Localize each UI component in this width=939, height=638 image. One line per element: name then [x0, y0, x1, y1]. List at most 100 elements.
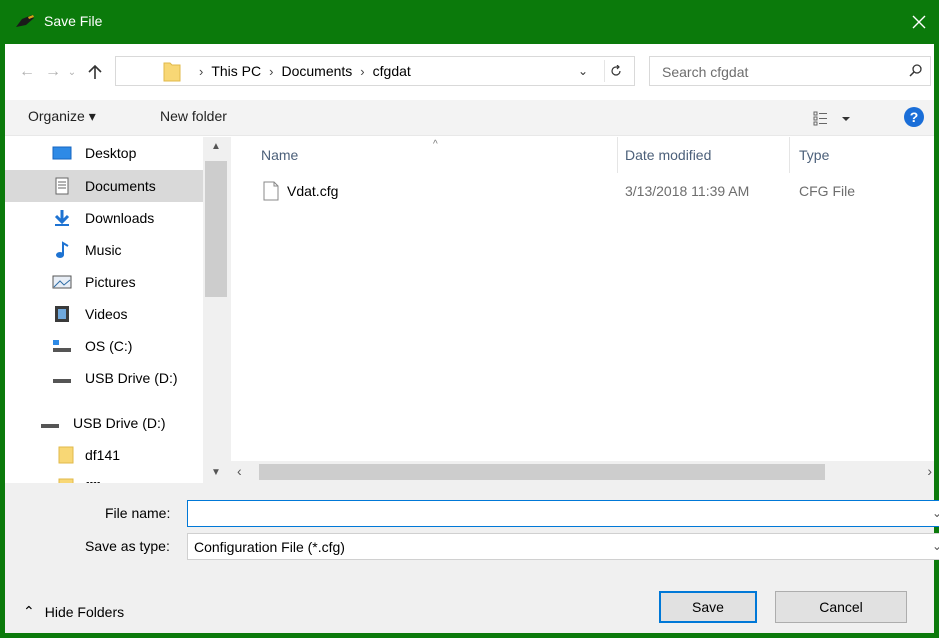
- save-file-dialog: Save File ← → ⌄ › This PC › Documents › …: [0, 0, 939, 638]
- organize-button[interactable]: Organize ▾: [28, 108, 96, 125]
- music-icon: [51, 240, 73, 260]
- back-button[interactable]: ←: [15, 60, 39, 84]
- app-icon: [16, 15, 34, 27]
- scrollbar-thumb[interactable]: [205, 161, 227, 297]
- chevron-down-icon[interactable]: ⌄: [932, 506, 939, 520]
- search-box[interactable]: Search cfgdat: [649, 56, 931, 86]
- folder-icon: [163, 62, 181, 82]
- save-as-type-value: Configuration File (*.cfg): [194, 539, 345, 555]
- chevron-down-icon: ⌄: [67, 66, 77, 78]
- file-date-modified: 3/13/2018 11:39 AM: [625, 183, 750, 199]
- sidebar-item-os-c[interactable]: OS (C:): [5, 330, 205, 362]
- hide-folders-button[interactable]: ⌃ Hide Folders: [23, 603, 124, 620]
- chevron-down-icon: ⌄: [931, 539, 939, 553]
- navigation-pane: Desktop Documents Downloads Music Pictur…: [5, 137, 231, 483]
- pictures-icon: [51, 272, 73, 292]
- sidebar-item-label: Videos: [85, 306, 128, 322]
- scroll-up-arrow-icon[interactable]: ▲: [211, 141, 221, 152]
- file-name-label: File name:: [105, 505, 171, 521]
- window-title: Save File: [44, 13, 103, 29]
- help-icon: ?: [909, 109, 919, 125]
- chevron-up-icon: ⌃: [23, 603, 35, 619]
- column-divider[interactable]: [617, 137, 618, 173]
- desktop-icon: [51, 143, 73, 163]
- sidebar-item-ffff[interactable]: ffff: [5, 471, 205, 483]
- arrow-right-icon: →: [45, 63, 61, 80]
- chevron-right-icon: ›: [269, 63, 274, 79]
- sidebar-item-label: Music: [85, 242, 122, 258]
- sidebar-item-label: Downloads: [85, 210, 155, 226]
- sidebar-item-downloads[interactable]: Downloads: [5, 202, 205, 234]
- address-dropdown-button[interactable]: ⌄: [578, 64, 588, 78]
- nav-pane-scrollbar[interactable]: ▲ ▼: [203, 137, 231, 483]
- scroll-left-arrow-icon[interactable]: ‹: [237, 463, 242, 479]
- sidebar-item-documents[interactable]: Documents: [5, 170, 205, 202]
- usb-drive-icon: [51, 368, 73, 388]
- usb-drive-icon: [39, 413, 61, 433]
- sidebar-item-label: USB Drive (D:): [85, 370, 178, 386]
- sidebar-item-label: Documents: [85, 178, 156, 194]
- column-header-type[interactable]: Type: [799, 137, 829, 173]
- sidebar-item-desktop[interactable]: Desktop: [5, 137, 205, 169]
- new-folder-button[interactable]: New folder: [160, 108, 227, 124]
- title-bar[interactable]: Save File: [0, 0, 939, 44]
- refresh-button[interactable]: [604, 60, 626, 82]
- sort-ascending-icon: ^: [433, 139, 438, 150]
- recent-locations-button[interactable]: ⌄: [63, 60, 81, 84]
- save-as-type-label: Save as type:: [85, 538, 170, 554]
- sidebar-item-usb-drive-d-root[interactable]: USB Drive (D:): [5, 407, 205, 439]
- arrow-left-icon: ←: [19, 63, 35, 80]
- downloads-icon: [51, 208, 73, 228]
- file-name-field[interactable]: ⌄: [187, 500, 939, 527]
- sidebar-item-usb-drive-d[interactable]: USB Drive (D:): [5, 362, 205, 394]
- chevron-right-icon: ›: [360, 63, 365, 79]
- column-header-date-modified[interactable]: Date modified: [625, 137, 711, 173]
- sidebar-item-pictures[interactable]: Pictures: [5, 266, 205, 298]
- videos-icon: [51, 304, 73, 324]
- scroll-down-arrow-icon[interactable]: ▼: [211, 467, 221, 478]
- folder-icon: [55, 445, 77, 465]
- chevron-right-icon: ›: [199, 63, 204, 79]
- sidebar-item-label: Pictures: [85, 274, 136, 290]
- scrollbar-thumb[interactable]: [259, 464, 825, 480]
- sidebar-item-music[interactable]: Music: [5, 234, 205, 266]
- up-button[interactable]: [83, 60, 107, 84]
- breadcrumb-cfgdat[interactable]: cfgdat: [373, 63, 411, 79]
- search-icon[interactable]: [908, 63, 924, 79]
- forward-button[interactable]: →: [41, 60, 65, 84]
- file-type: CFG File: [799, 183, 855, 199]
- navigation-row: ← → ⌄ › This PC › Documents › cfgdat ⌄ S…: [5, 44, 934, 100]
- documents-icon: [51, 176, 73, 196]
- breadcrumb-this-pc[interactable]: This PC: [211, 63, 261, 79]
- file-list: ^ Name Date modified Type Vdat.cfg 3/13/…: [231, 137, 934, 483]
- sidebar-item-label: Desktop: [85, 145, 137, 161]
- close-button[interactable]: [899, 0, 939, 44]
- hide-folders-label: Hide Folders: [44, 603, 125, 620]
- search-placeholder: Search cfgdat: [662, 64, 749, 80]
- column-header-name[interactable]: Name: [261, 137, 298, 173]
- sidebar-item-label: OS (C:): [85, 338, 133, 354]
- details-view-icon: [813, 111, 850, 126]
- sidebar-item-label: df141: [85, 447, 121, 463]
- change-view-button[interactable]: [813, 109, 863, 127]
- save-button[interactable]: Save: [659, 591, 757, 623]
- file-name: Vdat.cfg: [287, 183, 339, 199]
- breadcrumb: › This PC › Documents › cfgdat: [191, 63, 411, 79]
- column-divider[interactable]: [789, 137, 790, 173]
- file-list-horizontal-scrollbar[interactable]: ‹ ›: [231, 461, 934, 483]
- file-row[interactable]: Vdat.cfg 3/13/2018 11:39 AM CFG File: [231, 177, 934, 205]
- save-as-type-select[interactable]: Configuration File (*.cfg) ⌄: [187, 533, 939, 560]
- drive-icon: [51, 336, 73, 356]
- sidebar-item-videos[interactable]: Videos: [5, 298, 205, 330]
- scroll-right-arrow-icon[interactable]: ›: [927, 463, 932, 479]
- close-icon: [912, 15, 926, 29]
- breadcrumb-documents[interactable]: Documents: [281, 63, 352, 79]
- cancel-button[interactable]: Cancel: [775, 591, 907, 623]
- save-form: File name: ⌄ Save as type: Configuration…: [5, 483, 939, 633]
- arrow-up-icon: [88, 64, 102, 79]
- refresh-icon: [610, 65, 621, 76]
- help-button[interactable]: ?: [904, 107, 924, 127]
- address-bar[interactable]: › This PC › Documents › cfgdat ⌄: [115, 56, 635, 86]
- sidebar-item-df141[interactable]: df141: [5, 439, 205, 471]
- command-bar: Organize ▾ New folder ?: [5, 100, 934, 136]
